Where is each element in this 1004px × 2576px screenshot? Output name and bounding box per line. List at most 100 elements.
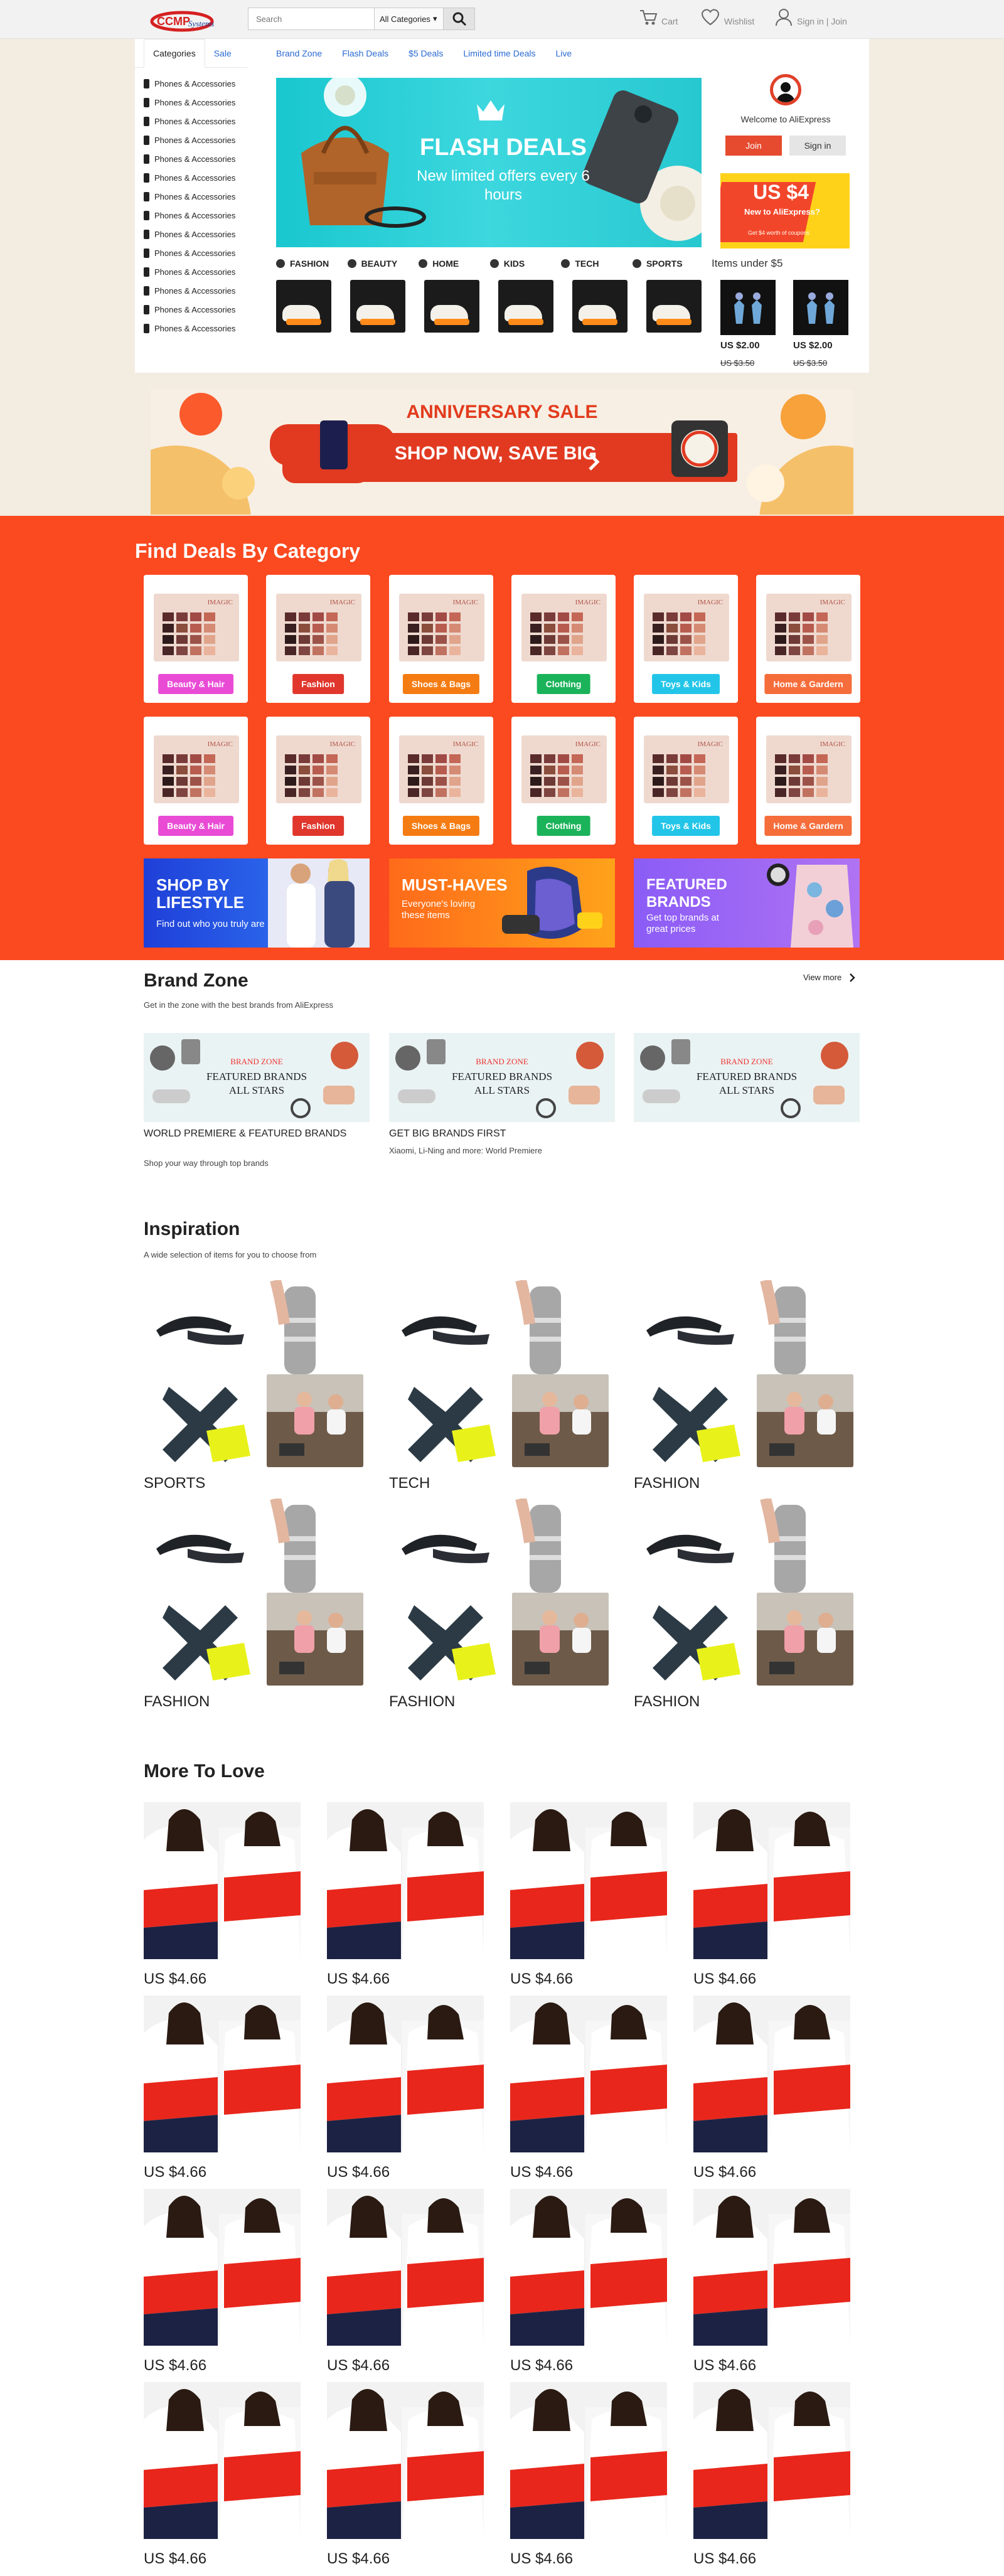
inspiration-tile[interactable]: FASHION	[634, 1499, 853, 1710]
product-thumb[interactable]	[276, 280, 331, 333]
category-select[interactable]: All Categories ▾	[374, 8, 444, 29]
inspiration-tile[interactable]: TECH	[389, 1280, 609, 1492]
sidebar-item-phones-accessories[interactable]: Phones & Accessories	[135, 149, 248, 168]
product-card-image[interactable]	[327, 2382, 484, 2539]
deal-card-clothing[interactable]: IMAGIC Clothing	[511, 717, 616, 845]
product-card-image[interactable]	[510, 1802, 667, 1959]
sidebar-item-phones-accessories[interactable]: Phones & Accessories	[135, 281, 248, 300]
sidebar-item-phones-accessories[interactable]: Phones & Accessories	[135, 319, 248, 338]
category-tab-fashion[interactable]: FASHION	[276, 259, 345, 269]
sidebar-item-phones-accessories[interactable]: Phones & Accessories	[135, 74, 248, 93]
product-card-image[interactable]	[510, 2189, 667, 2346]
category-tab-tech[interactable]: TECH	[561, 259, 630, 269]
deal-card-shoes-bags[interactable]: IMAGIC Shoes & Bags	[389, 575, 493, 703]
site-logo[interactable]: CCMP Systems	[146, 8, 228, 35]
deals-subnav: Brand Zone Flash Deals $5 Deals Limited …	[276, 39, 592, 68]
tab-categories[interactable]: Categories	[144, 39, 205, 68]
deal-card-home-gardern[interactable]: IMAGIC Home & Gardern	[756, 575, 860, 703]
product-card-image[interactable]	[327, 1996, 484, 2152]
brand-card-title[interactable]: WORLD PREMIERE & FEATURED BRANDS	[144, 1128, 370, 1140]
flash-deals-banner[interactable]: FLASH DEALS New limited offers every 6 h…	[276, 78, 702, 247]
deal-card-beauty-hair[interactable]: IMAGIC Beauty & Hair	[144, 575, 248, 703]
inspiration-tile[interactable]: FASHION	[144, 1499, 363, 1710]
sidebar-item-phones-accessories[interactable]: Phones & Accessories	[135, 300, 248, 319]
subnav-flash-deals[interactable]: Flash Deals	[342, 48, 388, 58]
deal-card-label: Clothing	[537, 674, 590, 694]
product-card-image[interactable]	[510, 1996, 667, 2152]
cheap-item[interactable]: US $2.00 US $3.50	[720, 280, 776, 368]
sidebar-item-label: Phones & Accessories	[154, 173, 236, 183]
product-card-image[interactable]	[144, 2382, 301, 2539]
sidebar-item-phones-accessories[interactable]: Phones & Accessories	[135, 93, 248, 112]
category-tab-beauty[interactable]: BEAUTY	[347, 259, 417, 269]
sidebar-item-phones-accessories[interactable]: Phones & Accessories	[135, 168, 248, 187]
product-thumb[interactable]	[498, 280, 553, 333]
wishlist-link[interactable]: Wishlist	[700, 8, 754, 26]
product-card-image[interactable]	[327, 1802, 484, 1959]
eyeshadow-palette-image: IMAGIC	[399, 594, 484, 661]
product-thumb[interactable]	[350, 280, 405, 333]
deal-card-home-gardern[interactable]: IMAGIC Home & Gardern	[756, 717, 860, 845]
deal-card-label: Beauty & Hair	[158, 674, 233, 694]
brand-zone-card[interactable]: BRAND ZONE FEATURED BRANDS ALL STARS	[144, 1033, 370, 1122]
join-button[interactable]: Join	[725, 136, 782, 156]
featured-brands-banner[interactable]: FEATURED BRANDS Get top brands at great …	[634, 858, 860, 948]
subnav-limited-deals[interactable]: Limited time Deals	[463, 48, 535, 58]
sidebar-item-phones-accessories[interactable]: Phones & Accessories	[135, 187, 248, 206]
deal-card-fashion[interactable]: IMAGIC Fashion	[266, 717, 370, 845]
sign-in-button[interactable]: Sign in	[789, 136, 846, 156]
tab-sale[interactable]: Sale	[205, 39, 240, 67]
search-input[interactable]	[248, 8, 374, 29]
sidebar-item-phones-accessories[interactable]: Phones & Accessories	[135, 131, 248, 149]
shop-by-lifestyle-banner[interactable]: SHOP BY LIFESTYLE Find out who you truly…	[144, 858, 370, 948]
product-card-image[interactable]	[693, 2189, 850, 2346]
sidebar-item-phones-accessories[interactable]: Phones & Accessories	[135, 112, 248, 131]
cart-link[interactable]: Cart	[639, 9, 678, 26]
brand-card-title[interactable]: GET BIG BRANDS FIRST	[389, 1128, 615, 1140]
sidebar-item-phones-accessories[interactable]: Phones & Accessories	[135, 243, 248, 262]
product-thumb[interactable]	[646, 280, 702, 333]
deal-card-toys-kids[interactable]: IMAGIC Toys & Kids	[634, 575, 738, 703]
category-tab-home[interactable]: HOME	[419, 259, 488, 269]
gym-photo	[757, 1593, 853, 1686]
view-more-link[interactable]: View more	[803, 973, 855, 982]
search-button[interactable]	[443, 8, 474, 29]
must-haves-banner[interactable]: MUST-HAVES Everyone's loving these items	[389, 858, 615, 948]
product-card-image[interactable]	[144, 1996, 301, 2152]
product-thumb[interactable]	[424, 280, 479, 333]
new-user-promo[interactable]: US $4 New to AliExpress? Get $4 worth of…	[720, 173, 850, 249]
product-card-image[interactable]	[693, 1996, 850, 2152]
sidebar-item-phones-accessories[interactable]: Phones & Accessories	[135, 206, 248, 225]
category-tab-kids[interactable]: KIDS	[489, 259, 559, 269]
sidebar-item-phones-accessories[interactable]: Phones & Accessories	[135, 225, 248, 243]
subnav-live[interactable]: Live	[556, 48, 572, 58]
deal-card-beauty-hair[interactable]: IMAGIC Beauty & Hair	[144, 717, 248, 845]
deal-card-label: Beauty & Hair	[158, 816, 233, 836]
cheap-item[interactable]: US $2.00 US $3.50	[793, 280, 848, 368]
flash-banner-art	[301, 78, 702, 241]
account-link[interactable]: Sign in | Join	[774, 8, 847, 26]
anniversary-sale-banner[interactable]: ANNIVERSARY SALE SHOP NOW, SAVE BIG	[151, 389, 853, 515]
deal-card-clothing[interactable]: IMAGIC Clothing	[511, 575, 616, 703]
product-card-image[interactable]	[327, 2189, 484, 2346]
brand-zone-card[interactable]: BRAND ZONE FEATURED BRANDS ALL STARS	[634, 1033, 860, 1122]
category-tab-sports[interactable]: SPORTS	[632, 259, 702, 269]
inspiration-tile[interactable]: FASHION	[389, 1499, 609, 1710]
product-card-image[interactable]	[144, 2189, 301, 2346]
deal-card-fashion[interactable]: IMAGIC Fashion	[266, 575, 370, 703]
product-card-image[interactable]	[144, 1802, 301, 1959]
deal-card-toys-kids[interactable]: IMAGIC Toys & Kids	[634, 717, 738, 845]
product-card-image[interactable]	[693, 1802, 850, 1959]
product-card-image[interactable]	[693, 2382, 850, 2539]
product-thumb[interactable]	[572, 280, 628, 333]
subnav-5-deals[interactable]: $5 Deals	[409, 48, 443, 58]
inspiration-tile[interactable]: FASHION	[634, 1280, 853, 1492]
item-price: US $2.00	[720, 340, 760, 351]
inspiration-tile[interactable]: SPORTS	[144, 1280, 363, 1492]
subnav-brand-zone[interactable]: Brand Zone	[276, 48, 322, 58]
product-card-image[interactable]	[510, 2382, 667, 2539]
sidebar-item-phones-accessories[interactable]: Phones & Accessories	[135, 262, 248, 281]
deal-card-shoes-bags[interactable]: IMAGIC Shoes & Bags	[389, 717, 493, 845]
brand-zone-card[interactable]: BRAND ZONE FEATURED BRANDS ALL STARS	[389, 1033, 615, 1122]
anniversary-cta: SHOP NOW, SAVE BIG	[394, 443, 597, 464]
